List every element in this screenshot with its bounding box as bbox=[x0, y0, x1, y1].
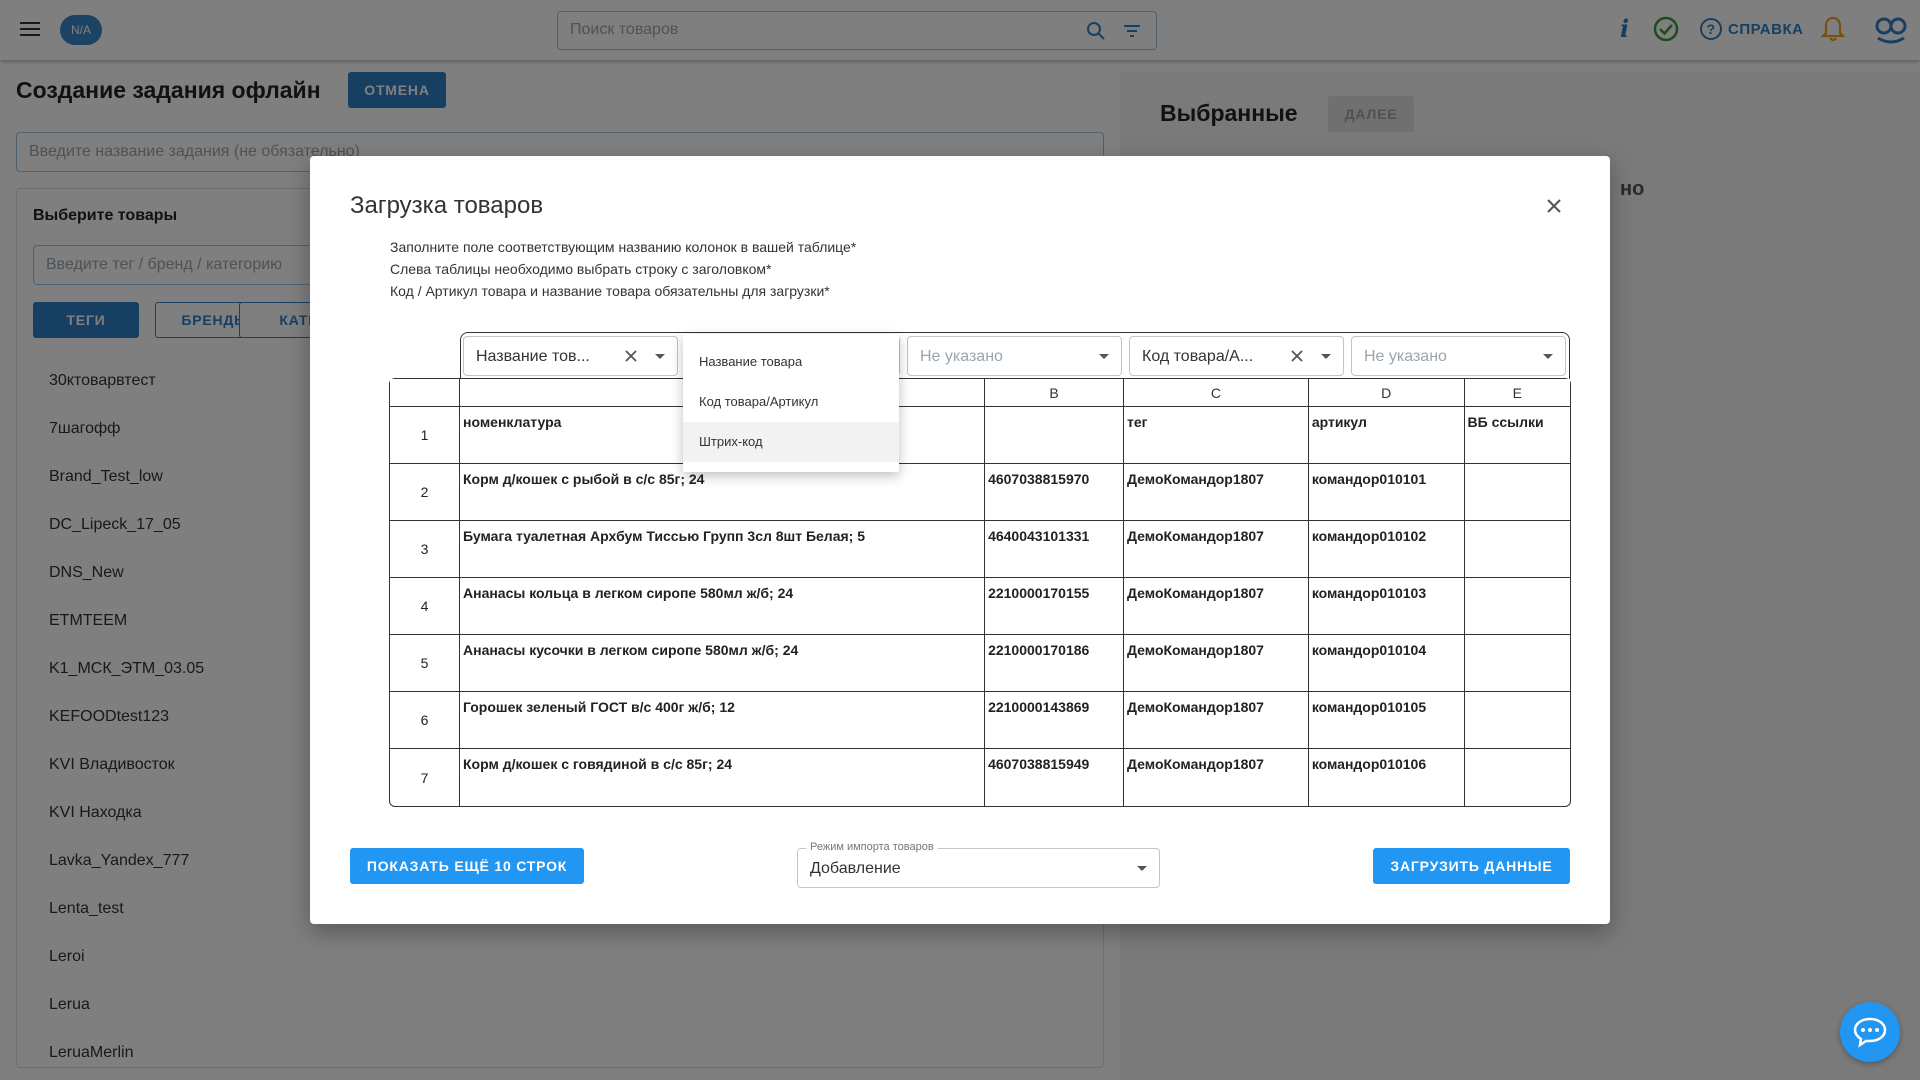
table-row[interactable]: 7 Корм д/кошек с говядиной в с/с 85г; 24 4… bbox=[390, 749, 1570, 806]
menu-item[interactable]: Код товара/Артикул bbox=[683, 382, 899, 422]
table-row[interactable]: 2 Корм д/кошек с рыбой в с/с 85г; 24 46070… bbox=[390, 464, 1570, 521]
clear-icon[interactable] bbox=[623, 348, 639, 369]
table-cell bbox=[1465, 749, 1570, 806]
show-more-rows-button[interactable]: ПОКАЗАТЬ ЕЩЁ 10 СТРОК bbox=[350, 848, 584, 884]
table-header-row: A B C D E bbox=[390, 379, 1570, 407]
table-cell: артикул bbox=[1308, 407, 1465, 464]
dropdown-arrow-icon[interactable] bbox=[1321, 354, 1331, 359]
table-cell bbox=[1464, 578, 1570, 635]
row-number[interactable]: 1 bbox=[390, 407, 460, 464]
table-cell: Корм д/кошек с рыбой в с/с 85г; 24 bbox=[460, 464, 986, 521]
table-cell: Корм д/кошек с говядиной в с/с 85г; 24 bbox=[460, 749, 986, 806]
table-cell: 2210000143869 bbox=[985, 692, 1125, 749]
upload-data-button[interactable]: ЗАГРУЗИТЬ ДАННЫЕ bbox=[1373, 848, 1570, 884]
table-cell: Ананасы кольца в легком сиропе 580мл ж/б… bbox=[460, 578, 986, 635]
table-row[interactable]: 6 Горошек зеленый ГОСТ в/с 400г ж/б; 12 22… bbox=[390, 692, 1570, 749]
column-a-select[interactable]: Название тов... bbox=[463, 336, 678, 376]
table-cell: командор010105 bbox=[1308, 692, 1465, 749]
dropdown-arrow-icon[interactable] bbox=[1543, 354, 1553, 359]
table-cell bbox=[1464, 521, 1570, 578]
table-cell: ДемоКомандор1807 bbox=[1124, 692, 1309, 749]
instruction-line: Слева таблицы необходимо выбрать строку … bbox=[390, 261, 772, 277]
row-number[interactable]: 2 bbox=[390, 464, 460, 521]
table-cell: командор010101 bbox=[1308, 464, 1465, 521]
table-cell: 2210000170186 bbox=[985, 635, 1125, 692]
table-cell: 2210000170155 bbox=[985, 578, 1125, 635]
close-icon[interactable] bbox=[1542, 194, 1566, 218]
menu-item[interactable]: Штрих-код bbox=[683, 422, 899, 462]
menu-item[interactable]: Название товара bbox=[683, 342, 899, 382]
instruction-line: Код / Артикул товара и название товара о… bbox=[390, 283, 830, 299]
column-c-value: Не указано bbox=[920, 348, 1003, 365]
column-d-select[interactable]: Код товара/А... bbox=[1129, 336, 1344, 376]
table-cell: ДемоКомандор1807 bbox=[1124, 578, 1309, 635]
table-cell bbox=[1464, 464, 1570, 521]
corner-cell bbox=[390, 379, 460, 407]
table-cell: Ананасы кусочки в легком сиропе 580мл ж/… bbox=[460, 635, 986, 692]
table-cell: 4607038815949 bbox=[985, 749, 1125, 806]
import-mode-select[interactable]: Режим импорта товаров Добавление bbox=[797, 841, 1160, 888]
column-e-select[interactable]: Не указано bbox=[1351, 336, 1566, 376]
upload-products-dialog: Загрузка товаров Заполните поле соответс… bbox=[310, 156, 1610, 924]
column-header: C bbox=[1124, 379, 1309, 407]
column-c-select[interactable]: Не указано bbox=[907, 336, 1122, 376]
table-cell: ДемоКомандор1807 bbox=[1124, 521, 1309, 578]
table-row[interactable]: 1 номенклатура тег артикул ВБ ссылки bbox=[390, 407, 1570, 464]
table-cell: Горошек зеленый ГОСТ в/с 400г ж/б; 12 bbox=[460, 692, 986, 749]
column-e-value: Не указано bbox=[1364, 348, 1447, 365]
table-cell bbox=[1464, 692, 1570, 749]
import-mode-label: Режим импорта товаров bbox=[806, 841, 938, 853]
column-d-value: Код товара/А... bbox=[1142, 348, 1254, 365]
table-cell: ДемоКомандор1807 bbox=[1124, 464, 1309, 521]
column-header: D bbox=[1308, 379, 1465, 407]
import-mode-value: Добавление bbox=[810, 860, 901, 877]
row-number[interactable]: 6 bbox=[390, 692, 460, 749]
chat-icon[interactable] bbox=[1840, 1002, 1900, 1062]
table-cell bbox=[985, 407, 1125, 464]
table-cell: командор010104 bbox=[1308, 635, 1465, 692]
table-cell: ВБ ссылки bbox=[1464, 407, 1570, 464]
table-row[interactable]: 3 Бумага туалетная Архбум Тиссью Групп 3с… bbox=[390, 521, 1570, 578]
row-number[interactable]: 5 bbox=[390, 635, 460, 692]
dropdown-arrow-icon[interactable] bbox=[1137, 866, 1147, 871]
table-cell: 4640043101331 bbox=[985, 521, 1125, 578]
column-header: E bbox=[1464, 379, 1570, 407]
clear-icon[interactable] bbox=[1289, 348, 1305, 369]
row-number[interactable]: 7 bbox=[390, 749, 460, 806]
table-cell: командор010102 bbox=[1308, 521, 1465, 578]
row-number[interactable]: 3 bbox=[390, 521, 460, 578]
dropdown-arrow-icon[interactable] bbox=[1099, 354, 1109, 359]
dialog-title: Загрузка товаров bbox=[350, 192, 544, 219]
instructions: Заполните поле соответствующим названию … bbox=[390, 236, 856, 302]
table-cell: тег bbox=[1124, 407, 1309, 464]
table-row[interactable]: 5 Ананасы кусочки в легком сиропе 580мл ж… bbox=[390, 635, 1570, 692]
row-number[interactable]: 4 bbox=[390, 578, 460, 635]
table-cell bbox=[1464, 635, 1570, 692]
table-row[interactable]: 4 Ананасы кольца в легком сиропе 580мл ж/… bbox=[390, 578, 1570, 635]
table-cell: ДемоКомандор1807 bbox=[1124, 635, 1309, 692]
column-header: B bbox=[985, 379, 1125, 407]
column-b-dropdown-menu: Название товара Код товара/Артикул Штрих… bbox=[683, 334, 899, 472]
preview-table: A B C D E 1номенклатуратегартикулВБ ссыл… bbox=[389, 378, 1571, 807]
table-cell: ДемоКомандор1807 bbox=[1124, 749, 1309, 806]
table-cell: командор010106 bbox=[1309, 749, 1465, 806]
instruction-line: Заполните поле соответствующим названию … bbox=[390, 239, 857, 255]
table-cell: 4607038815970 bbox=[985, 464, 1125, 521]
dropdown-arrow-icon[interactable] bbox=[655, 354, 665, 359]
table-cell: Бумага туалетная Архбум Тиссью Групп 3сл… bbox=[460, 521, 986, 578]
column-a-value: Название тов... bbox=[476, 348, 590, 365]
table-cell: командор010103 bbox=[1308, 578, 1465, 635]
